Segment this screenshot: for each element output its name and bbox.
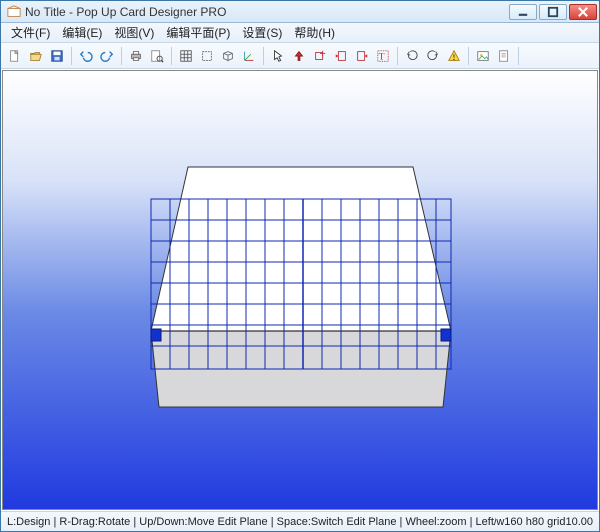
export-image-icon[interactable] [473, 46, 493, 66]
menubar: 文件(F) 编辑(E) 视图(V) 编辑平面(P) 设置(S) 帮助(H) [1, 23, 599, 43]
rotate-right-icon[interactable] [423, 46, 443, 66]
preview-icon[interactable] [147, 46, 167, 66]
svg-text:T: T [379, 51, 385, 62]
outline-icon[interactable] [197, 46, 217, 66]
box-icon[interactable] [218, 46, 238, 66]
print-icon[interactable] [126, 46, 146, 66]
viewport[interactable] [2, 70, 598, 510]
window-title: No Title - Pop Up Card Designer PRO [25, 5, 509, 19]
warning-icon[interactable] [444, 46, 464, 66]
titlebar: No Title - Pop Up Card Designer PRO [1, 1, 599, 23]
text-tool-icon[interactable]: T [373, 46, 393, 66]
plane-left-icon[interactable] [331, 46, 351, 66]
statusbar: L:Design | R-Drag:Rotate | Up/Down:Move … [1, 511, 599, 531]
app-icon [7, 5, 21, 19]
status-hints: L:Design | R-Drag:Rotate | Up/Down:Move … [7, 516, 496, 528]
pointer-icon[interactable] [268, 46, 288, 66]
undo-icon[interactable] [76, 46, 96, 66]
up-tool-icon[interactable] [289, 46, 309, 66]
export-document-icon[interactable] [494, 46, 514, 66]
rotate-left-icon[interactable] [402, 46, 422, 66]
close-button[interactable] [569, 4, 597, 20]
menu-edit[interactable]: 编辑(E) [56, 22, 108, 43]
menu-settings[interactable]: 设置(S) [236, 22, 288, 43]
new-file-icon[interactable] [5, 46, 25, 66]
menu-file[interactable]: 文件(F) [5, 22, 56, 43]
redo-icon[interactable] [97, 46, 117, 66]
scene-3d [3, 71, 597, 510]
window-buttons [509, 4, 597, 20]
app-window: No Title - Pop Up Card Designer PRO 文件(F… [0, 0, 600, 532]
minimize-button[interactable] [509, 4, 537, 20]
plane-right-icon[interactable] [352, 46, 372, 66]
menu-view[interactable]: 视图(V) [108, 22, 160, 43]
open-file-icon[interactable] [26, 46, 46, 66]
maximize-button[interactable] [539, 4, 567, 20]
status-dimensions: w160 h80 grid10.00 [496, 516, 593, 528]
axis-icon[interactable] [239, 46, 259, 66]
save-file-icon[interactable] [47, 46, 67, 66]
add-plane-icon[interactable] [310, 46, 330, 66]
menu-help[interactable]: 帮助(H) [288, 22, 341, 43]
menu-editplane[interactable]: 编辑平面(P) [160, 22, 236, 43]
grid-toggle-icon[interactable] [176, 46, 196, 66]
toolbar: T [1, 43, 599, 69]
